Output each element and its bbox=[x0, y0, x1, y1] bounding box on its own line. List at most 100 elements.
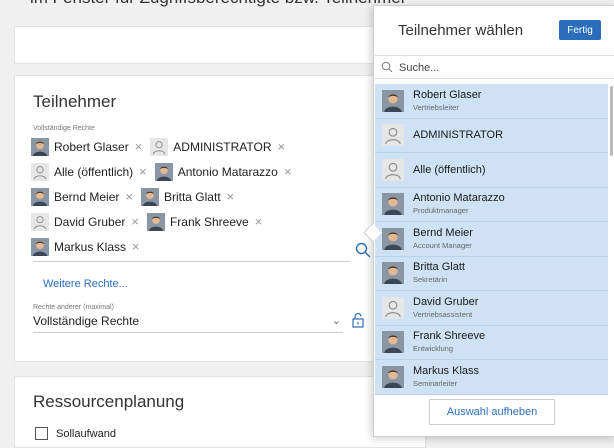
list-item[interactable]: Antonio Matarazzo Produktmanager bbox=[375, 187, 608, 222]
avatar bbox=[382, 365, 404, 388]
chip-label: David Gruber bbox=[54, 214, 126, 229]
list-item[interactable]: Britta Glatt Sekretärin bbox=[375, 256, 608, 291]
remove-icon[interactable]: × bbox=[227, 189, 235, 204]
participant-chip-david-gruber: David Gruber × bbox=[31, 211, 139, 232]
avatar bbox=[382, 89, 404, 112]
user-placeholder-icon bbox=[31, 212, 49, 231]
item-role: Vertriebsleiter bbox=[413, 102, 459, 112]
item-role: Entwicklung bbox=[413, 344, 454, 354]
chip-row: Alle (öffentlich) × Antonio Matarazzo × bbox=[31, 159, 361, 184]
remove-icon[interactable]: × bbox=[125, 189, 133, 204]
item-name: Britta Glatt bbox=[413, 261, 465, 274]
list-item[interactable]: David Gruber Vertriebsassistent bbox=[375, 291, 608, 326]
avatar bbox=[382, 193, 404, 216]
participant-chip-britta-glatt: Britta Glatt × bbox=[140, 186, 235, 207]
item-name: Antonio Matarazzo bbox=[413, 192, 505, 205]
lock-icon[interactable] bbox=[351, 312, 365, 328]
picker-list: Robert Glaser Vertriebsleiter ADMINISTRAT… bbox=[375, 84, 608, 395]
item-role: Account Manager bbox=[413, 240, 472, 250]
item-role: Produktmanager bbox=[413, 206, 469, 216]
item-name: Alle (öffentlich) bbox=[413, 163, 486, 176]
participant-chip-administrator: ADMINISTRATOR × bbox=[150, 136, 286, 157]
list-item[interactable]: Bernd Meier Account Manager bbox=[375, 222, 608, 257]
participant-chip-antonio-matarazzo: Antonio Matarazzo × bbox=[154, 161, 292, 182]
avatar bbox=[154, 162, 173, 181]
participant-chip-robert-glaser: Robert Glaser × bbox=[31, 136, 143, 157]
remove-icon[interactable]: × bbox=[278, 139, 286, 154]
chip-label: Alle (öffentlich) bbox=[54, 164, 134, 179]
user-placeholder-icon bbox=[31, 162, 49, 181]
list-item[interactable]: ADMINISTRATOR bbox=[375, 118, 608, 153]
chip-input-underline bbox=[33, 261, 350, 262]
chip-row: Markus Klass × bbox=[31, 234, 361, 259]
avatar bbox=[31, 237, 49, 256]
search-icon[interactable] bbox=[355, 242, 371, 258]
participant-picker: Teilnehmer wählen Fertig Robert GlaserVe… bbox=[373, 5, 614, 437]
remove-icon[interactable]: × bbox=[255, 214, 263, 229]
chip-row: Bernd Meier × Britta Glatt × bbox=[31, 184, 361, 209]
full-rights-label: Vollständige Rechte bbox=[33, 125, 95, 132]
more-rights-link[interactable]: Weitere Rechte... bbox=[43, 278, 128, 290]
participants-card: Teilnehmer Vollständige Rechte Robert Gl… bbox=[14, 75, 426, 362]
avatar bbox=[146, 212, 165, 231]
avatar bbox=[140, 187, 159, 206]
chip-label: Bernd Meier bbox=[54, 189, 120, 204]
item-role: Vertriebsassistent bbox=[413, 309, 473, 319]
resources-card: Ressourcenplanung Sollaufwand bbox=[14, 376, 426, 448]
others-rights-value: Vollständige Rechte bbox=[33, 314, 140, 328]
resources-title: Ressourcenplanung bbox=[33, 392, 185, 411]
participant-chip-frank-shreeve: Frank Shreeve × bbox=[146, 211, 263, 232]
remove-icon[interactable]: × bbox=[139, 164, 147, 179]
picker-search bbox=[375, 55, 614, 79]
item-name: Robert Glaser bbox=[413, 88, 482, 101]
planned-effort-row[interactable]: Sollaufwand bbox=[35, 427, 116, 440]
avatar bbox=[31, 137, 49, 156]
chip-label: Robert Glaser bbox=[54, 139, 129, 154]
chip-label: Frank Shreeve bbox=[169, 214, 249, 229]
done-button[interactable]: Fertig bbox=[559, 20, 601, 40]
remove-icon[interactable]: × bbox=[135, 139, 143, 154]
chevron-down-icon: ⌄ bbox=[331, 315, 341, 327]
user-placeholder-icon bbox=[382, 158, 404, 181]
participant-chip-alle: Alle (öffentlich) × bbox=[31, 161, 147, 182]
item-name: Bernd Meier bbox=[413, 226, 473, 239]
clear-selection-button[interactable]: Auswahl aufheben bbox=[429, 399, 555, 425]
avatar bbox=[382, 331, 404, 354]
item-name: Markus Klass bbox=[413, 364, 480, 377]
participant-chip-markus-klass: Markus Klass × bbox=[31, 236, 140, 257]
list-item[interactable]: Alle (öffentlich) bbox=[375, 153, 608, 188]
chip-label: Markus Klass bbox=[54, 239, 127, 254]
item-name: Frank Shreeve bbox=[413, 330, 486, 343]
user-placeholder-icon bbox=[382, 124, 404, 147]
chip-label: Antonio Matarazzo bbox=[177, 164, 278, 179]
top-card bbox=[14, 26, 416, 64]
chip-label: ADMINISTRATOR bbox=[173, 139, 272, 154]
participant-chip-bernd-meier: Bernd Meier × bbox=[31, 186, 133, 207]
remove-icon[interactable]: × bbox=[284, 164, 292, 179]
participant-chips: Robert Glaser × ADMINISTRATOR × Alle (öffe… bbox=[31, 134, 361, 259]
picker-title: Teilnehmer wählen bbox=[398, 22, 524, 39]
participants-title: Teilnehmer bbox=[33, 92, 117, 111]
item-role: Seminarleiter bbox=[413, 378, 458, 388]
item-name: ADMINISTRATOR bbox=[413, 129, 504, 142]
avatar bbox=[382, 262, 404, 285]
remove-icon[interactable]: × bbox=[132, 239, 140, 254]
item-role: Sekretärin bbox=[413, 275, 448, 285]
user-placeholder-icon bbox=[382, 296, 404, 319]
list-item[interactable]: Robert Glaser Vertriebsleiter bbox=[375, 84, 608, 119]
chip-row: David Gruber × Frank Shreeve × bbox=[31, 209, 361, 234]
others-rights-label: Rechte anderer (maximal) bbox=[33, 304, 114, 311]
background-caption: im Fenster für Zugriffsberechtigte bzw. … bbox=[30, 0, 406, 8]
search-input[interactable] bbox=[397, 59, 601, 76]
search-icon bbox=[381, 61, 393, 73]
avatar bbox=[31, 187, 49, 206]
list-item[interactable]: Markus Klass Seminarleiter bbox=[375, 360, 608, 395]
remove-icon[interactable]: × bbox=[131, 214, 139, 229]
others-rights-select[interactable]: Vollständige Rechte ⌄ bbox=[33, 314, 343, 333]
picker-scrollbar[interactable] bbox=[610, 86, 613, 156]
chip-row: Robert Glaser × ADMINISTRATOR × bbox=[31, 134, 361, 159]
item-name: David Gruber bbox=[413, 295, 479, 308]
planned-effort-checkbox[interactable] bbox=[35, 427, 48, 440]
chip-label: Britta Glatt bbox=[163, 189, 221, 204]
list-item[interactable]: Frank Shreeve Entwicklung bbox=[375, 325, 608, 360]
